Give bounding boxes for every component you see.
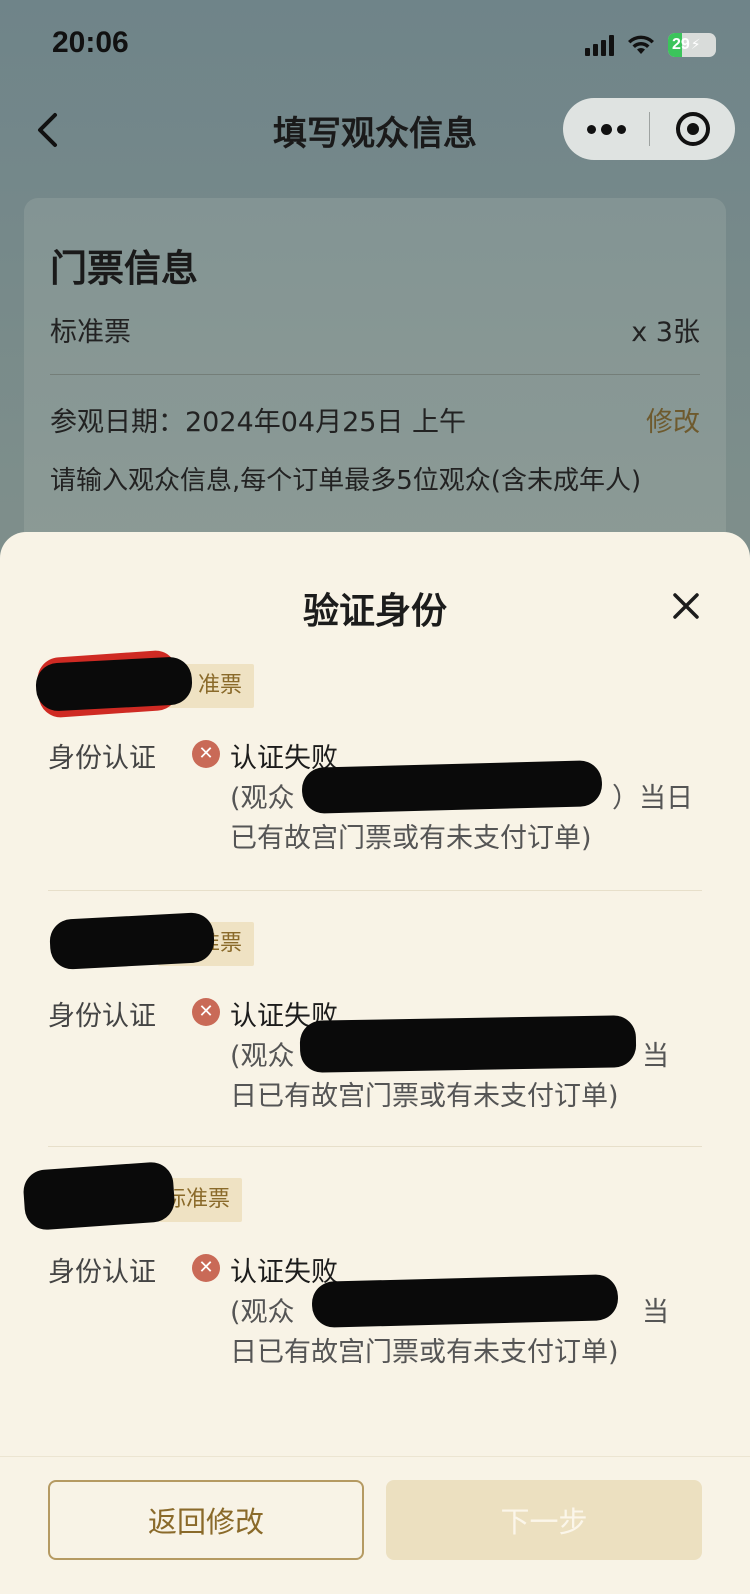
status-icons: 29 ⚡ bbox=[585, 30, 716, 60]
verify-message-line2: 日已有故宫门票或有未支付订单) bbox=[230, 1337, 619, 1368]
error-icon: ✕ bbox=[192, 740, 220, 768]
divider bbox=[48, 890, 702, 891]
battery-icon: 29 ⚡ bbox=[668, 33, 716, 57]
back-edit-button[interactable]: 返回修改 bbox=[48, 1480, 364, 1560]
verify-message-line2: 日已有故宫门票或有未支付订单) bbox=[230, 1081, 619, 1112]
ticket-info-title: 门票信息 bbox=[50, 246, 198, 290]
verify-row: 身份认证 ✕ 认证失败 (观众 当 日已有故宫门票或有未支付订单) bbox=[48, 994, 702, 1114]
verify-message-line2: 已有故宫门票或有未支付订单) bbox=[230, 823, 592, 854]
ticket-info-card: 门票信息 标准票 x 3张 参观日期：2024年04月25日 上午 修改 请输入… bbox=[24, 198, 726, 558]
verify-label: 身份认证 bbox=[48, 1001, 156, 1032]
ticket-type: 标准票 bbox=[50, 317, 131, 348]
nav-bar: 填写观众信息 bbox=[0, 90, 750, 170]
divider bbox=[50, 374, 700, 375]
target-icon[interactable] bbox=[650, 112, 735, 146]
visitor-head: 标准票 bbox=[22, 1160, 702, 1232]
redaction-mark bbox=[301, 760, 603, 814]
edit-date-link[interactable]: 修改 bbox=[646, 400, 700, 439]
more-dots-icon[interactable] bbox=[563, 123, 649, 135]
battery-level: 29 bbox=[672, 36, 690, 53]
miniapp-capsule bbox=[563, 98, 735, 160]
verify-message-tail: ）当日 bbox=[612, 783, 693, 814]
visitor-head: 准票 bbox=[34, 649, 702, 719]
redaction-mark bbox=[34, 655, 194, 713]
visitor-item: 准票 身份认证 ✕ 认证失败 (观众 当 日已有故宫门票或有未支付订单) bbox=[48, 911, 702, 1114]
status-bar: 20:06 29 ⚡ bbox=[0, 0, 750, 90]
verify-row: 身份认证 ✕ 认证失败 (观众 ）当日 已有故宫门票或有未支付订单) bbox=[48, 736, 702, 856]
verify-message: (观众 bbox=[230, 1041, 295, 1072]
next-step-button[interactable]: 下一步 bbox=[386, 1480, 702, 1560]
error-icon: ✕ bbox=[192, 998, 220, 1026]
verify-message-tail: 当 bbox=[642, 1297, 669, 1328]
visitor-item: 准票 身份认证 ✕ 认证失败 (观众 ）当日 已有故宫门票或有未支付订单) bbox=[34, 649, 702, 856]
footer-divider bbox=[0, 1456, 750, 1457]
verify-message: (观众 bbox=[230, 783, 295, 814]
status-time: 20:06 bbox=[52, 26, 129, 59]
ticket-type-row: 标准票 x 3张 bbox=[50, 310, 700, 349]
wifi-icon bbox=[628, 35, 654, 54]
cellular-signal-icon bbox=[585, 34, 614, 56]
verify-status: 认证失败 bbox=[230, 1257, 338, 1288]
visitor-note: 请输入观众信息,每个订单最多5位观众(含未成年人) bbox=[50, 466, 642, 496]
visitor-item: 标准票 身份认证 ✕ 认证失败 (观众 当 日已有故宫门票或有未支付订单) bbox=[22, 1160, 702, 1370]
verify-label: 身份认证 bbox=[48, 1257, 156, 1288]
sheet-title: 验证身份 bbox=[302, 590, 447, 632]
verify-row: 身份认证 ✕ 认证失败 (观众 当 日已有故宫门票或有未支付订单) bbox=[48, 1250, 702, 1370]
ticket-quantity: x 3张 bbox=[631, 317, 700, 348]
verify-message-tail: 当 bbox=[642, 1041, 669, 1072]
redaction-mark bbox=[299, 1015, 637, 1073]
verify-label: 身份认证 bbox=[48, 743, 156, 774]
verify-identity-sheet: 验证身份 准票 身份认证 ✕ 认证失败 (观众 ）当日 已有故宫门票或有未支付订… bbox=[0, 532, 750, 1594]
error-icon: ✕ bbox=[192, 1254, 220, 1282]
redaction-mark bbox=[311, 1274, 619, 1328]
divider bbox=[48, 1146, 702, 1147]
verify-message: (观众 bbox=[230, 1297, 295, 1328]
redaction-mark bbox=[22, 1160, 176, 1232]
visitor-head: 准票 bbox=[48, 911, 702, 971]
close-icon[interactable] bbox=[666, 586, 706, 626]
redaction-mark bbox=[48, 911, 216, 971]
visit-date-row: 参观日期：2024年04月25日 上午 修改 bbox=[50, 400, 700, 439]
visit-date: 参观日期：2024年04月25日 上午 bbox=[50, 407, 467, 438]
